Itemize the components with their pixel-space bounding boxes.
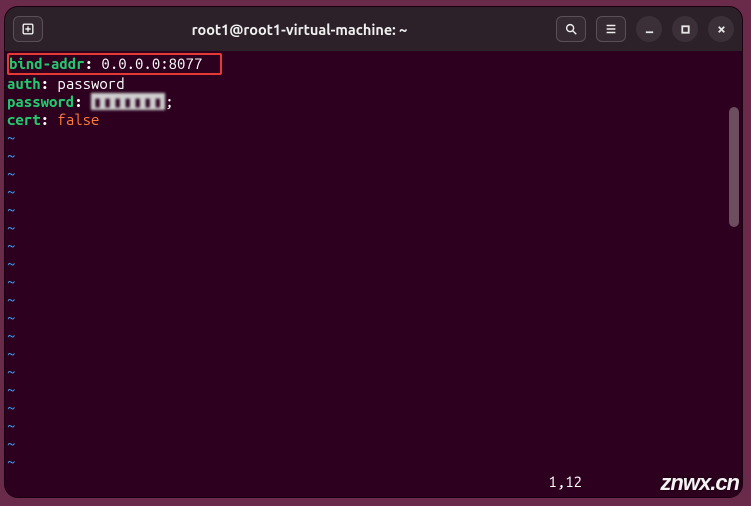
window-title: root1@root1-virtual-machine: ~ — [51, 21, 548, 38]
empty-line: ~ — [7, 165, 740, 183]
config-key: password — [7, 93, 74, 110]
terminal-viewport[interactable]: bind-addr: 0.0.0.0:8077 auth: password p… — [5, 51, 742, 497]
empty-line: ~ — [7, 255, 740, 273]
config-key: cert — [7, 111, 41, 128]
config-key: auth — [7, 75, 41, 92]
close-button[interactable] — [708, 16, 734, 42]
empty-line: ~ — [7, 435, 740, 453]
titlebar: root1@root1-virtual-machine: ~ — [5, 7, 742, 51]
empty-line: ~ — [7, 237, 740, 255]
config-value: password — [57, 75, 124, 92]
empty-line: ~ — [7, 273, 740, 291]
empty-line: ~ — [7, 363, 740, 381]
empty-line: ~ — [7, 453, 740, 471]
highlight-box: bind-addr: 0.0.0.0:8077 — [7, 53, 222, 75]
empty-line: ~ — [7, 399, 740, 417]
empty-line: ~ — [7, 381, 740, 399]
maximize-button[interactable] — [672, 16, 698, 42]
menu-button[interactable] — [596, 16, 626, 42]
empty-line: ~ — [7, 201, 740, 219]
empty-line: ~ — [7, 147, 740, 165]
config-value: 0.0.0.0:8077 — [101, 55, 202, 72]
minimize-button[interactable] — [636, 16, 662, 42]
maximize-icon — [680, 24, 691, 35]
watermark: znwx.cn — [660, 470, 739, 496]
vim-statusbar: 1,12 — [5, 473, 742, 491]
search-icon — [564, 22, 578, 36]
empty-line: ~ — [7, 291, 740, 309]
cursor-position: 1,12 — [548, 473, 582, 491]
titlebar-right — [556, 16, 734, 42]
config-line-bind-addr: bind-addr: 0.0.0.0:8077 — [7, 53, 740, 75]
config-key: bind-addr — [9, 55, 85, 72]
empty-line: ~ — [7, 183, 740, 201]
terminal-window: root1@root1-virtual-machine: ~ — [4, 6, 743, 498]
config-value: false — [57, 111, 99, 128]
close-icon — [716, 24, 727, 35]
scrollbar-thumb[interactable] — [729, 107, 739, 227]
empty-line: ~ — [7, 417, 740, 435]
new-tab-button[interactable] — [13, 16, 43, 42]
empty-line: ~ — [7, 345, 740, 363]
config-line-auth: auth: password — [7, 75, 740, 93]
empty-lines: ~~~~~~~~~~~~~~~~~~~ — [7, 129, 740, 471]
search-button[interactable] — [556, 16, 586, 42]
empty-line: ~ — [7, 219, 740, 237]
minimize-icon — [644, 24, 655, 35]
empty-line: ~ — [7, 129, 740, 147]
hamburger-icon — [604, 22, 618, 36]
config-line-cert: cert: false — [7, 111, 740, 129]
empty-line: ~ — [7, 327, 740, 345]
config-line-password: password: ▮▮▮▮▮▮▮; — [7, 93, 740, 111]
config-value-masked: ▮▮▮▮▮▮▮ — [91, 93, 165, 110]
empty-line: ~ — [7, 309, 740, 327]
new-tab-icon — [21, 22, 35, 36]
